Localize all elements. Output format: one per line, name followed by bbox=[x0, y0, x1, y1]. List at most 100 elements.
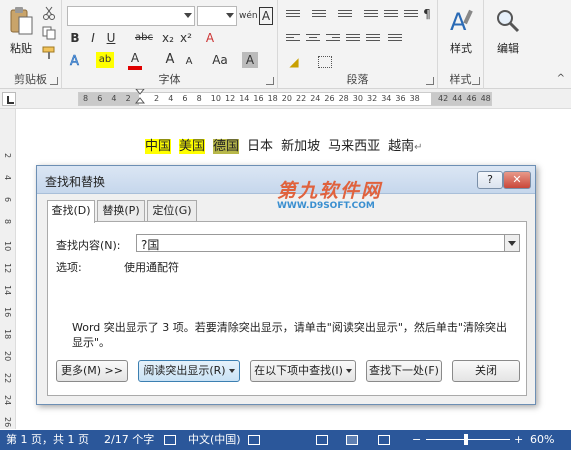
zoom-slider[interactable] bbox=[426, 439, 510, 440]
tab-goto[interactable]: 定位(G) bbox=[147, 200, 197, 222]
find-in-button[interactable]: 在以下项中查找(I) bbox=[250, 360, 356, 382]
clipboard-group: 粘贴 剪贴板 bbox=[0, 0, 62, 89]
font-group: wén A B I U abc x₂ x² A A ab A A A Aa A … bbox=[62, 0, 278, 89]
char-border-button[interactable]: A bbox=[259, 7, 273, 25]
paragraph-launcher-icon[interactable] bbox=[426, 77, 434, 85]
justify-icon[interactable] bbox=[346, 34, 360, 46]
watermark-logo: 第九软件网 WWW.D9SOFT.COM bbox=[277, 176, 437, 216]
change-case-button[interactable]: Aa bbox=[210, 52, 230, 68]
editing-group: 编辑 bbox=[484, 0, 534, 89]
font-name-combo[interactable] bbox=[67, 6, 195, 26]
paste-label: 粘贴 bbox=[10, 42, 32, 55]
font-group-label: 字体 bbox=[158, 73, 181, 86]
sort-icon[interactable] bbox=[404, 10, 418, 22]
show-marks-icon[interactable]: ¶ bbox=[420, 6, 434, 22]
numbering-icon[interactable] bbox=[312, 10, 326, 22]
zoom-level[interactable]: 60% bbox=[530, 430, 554, 450]
vertical-ruler[interactable]: 2 4 6 8 10 12 14 16 18 20 22 24 26 bbox=[0, 109, 16, 429]
font-size-combo[interactable] bbox=[197, 6, 237, 26]
web-layout-icon[interactable] bbox=[378, 435, 390, 445]
bold-button[interactable]: B bbox=[68, 30, 82, 46]
proofing-icon[interactable] bbox=[164, 435, 176, 445]
paste-button[interactable]: 粘贴 bbox=[6, 6, 36, 58]
ruler-number: 20 bbox=[281, 94, 292, 103]
increase-indent-icon[interactable] bbox=[384, 10, 398, 22]
doc-word: 日本 bbox=[247, 139, 274, 154]
ruler-number: 12 bbox=[225, 94, 236, 103]
ruler-number: 6 bbox=[97, 94, 103, 103]
ruler-number: 2 bbox=[3, 153, 12, 159]
ruler-number: 6 bbox=[182, 94, 188, 103]
print-layout-icon[interactable] bbox=[346, 435, 358, 445]
copy-icon[interactable] bbox=[42, 26, 56, 40]
macro-icon[interactable] bbox=[248, 435, 260, 445]
chevron-down-icon[interactable] bbox=[504, 235, 519, 251]
zoom-in-button[interactable]: + bbox=[514, 430, 523, 450]
indent-marker-icon[interactable] bbox=[135, 89, 145, 105]
shrink-font-button[interactable]: A bbox=[182, 54, 196, 70]
styles-group: A 样式 样式 bbox=[438, 0, 484, 89]
options-label: 选项: bbox=[56, 261, 82, 274]
grow-font-button[interactable]: A bbox=[162, 52, 178, 68]
decrease-indent-icon[interactable] bbox=[364, 10, 378, 22]
superscript-button[interactable]: x² bbox=[178, 30, 194, 46]
shading-icon[interactable]: ◢ bbox=[286, 54, 302, 70]
char-shading-button[interactable]: A bbox=[242, 52, 258, 68]
font-launcher-icon[interactable] bbox=[266, 77, 274, 85]
distributed-icon[interactable] bbox=[366, 34, 380, 46]
italic-button[interactable]: I bbox=[86, 30, 100, 46]
close-button[interactable]: 关闭 bbox=[452, 360, 520, 382]
tab-selector-icon[interactable] bbox=[2, 92, 16, 106]
chevron-down-icon bbox=[184, 13, 192, 18]
collapse-ribbon-icon[interactable]: ^ bbox=[557, 73, 565, 84]
read-mode-icon[interactable] bbox=[316, 435, 328, 445]
align-center-icon[interactable] bbox=[306, 34, 320, 46]
reading-highlight-button[interactable]: 阅读突出显示(R) bbox=[138, 360, 240, 382]
bullets-icon[interactable] bbox=[286, 10, 300, 22]
phonetic-guide-button[interactable]: wén bbox=[239, 8, 258, 24]
highlight-button[interactable]: ab bbox=[96, 52, 114, 68]
doc-word: 马来西亚 bbox=[328, 139, 381, 154]
watermark-sub: WWW.D9SOFT.COM bbox=[277, 201, 375, 211]
align-right-icon[interactable] bbox=[326, 34, 340, 46]
styles-button[interactable]: A 样式 bbox=[442, 6, 480, 58]
text-effects-icon[interactable]: A bbox=[68, 52, 84, 68]
horizontal-ruler[interactable]: 8 6 4 2 2 4 6 8 10 12 14 16 18 20 22 24 26 28 30 32 34 36 38 42… bbox=[78, 89, 492, 106]
word-count[interactable]: 2/17 个字 bbox=[104, 430, 154, 450]
font-color-button[interactable]: A bbox=[128, 50, 142, 70]
paragraph-mark: ↵ bbox=[414, 142, 423, 153]
zoom-out-button[interactable]: − bbox=[412, 430, 421, 450]
tab-find[interactable]: 查找(D) bbox=[47, 200, 95, 223]
ruler-number: 24 bbox=[310, 94, 321, 103]
format-painter-icon[interactable] bbox=[42, 46, 56, 60]
clipboard-launcher-icon[interactable] bbox=[50, 77, 58, 85]
ruler-number: 30 bbox=[352, 94, 363, 103]
line-spacing-icon[interactable] bbox=[388, 34, 402, 46]
align-left-icon[interactable] bbox=[286, 34, 300, 46]
editing-button[interactable]: 编辑 bbox=[488, 6, 528, 58]
chevron-down-icon bbox=[226, 13, 234, 18]
find-icon bbox=[497, 10, 520, 33]
find-what-input[interactable]: ?国 bbox=[136, 234, 520, 252]
subscript-button[interactable]: x₂ bbox=[160, 30, 176, 46]
close-icon[interactable]: ✕ bbox=[503, 171, 531, 189]
multilevel-list-icon[interactable] bbox=[338, 10, 352, 22]
more-button[interactable]: 更多(M) >> bbox=[56, 360, 128, 382]
ruler-number: 2 bbox=[125, 94, 131, 103]
borders-icon[interactable] bbox=[318, 56, 332, 68]
help-button[interactable]: ? bbox=[477, 171, 503, 189]
zoom-slider-thumb[interactable] bbox=[464, 434, 468, 445]
language-indicator[interactable]: 中文(中国) bbox=[188, 430, 241, 450]
clear-format-button[interactable]: A bbox=[202, 30, 218, 46]
strikethrough-button[interactable]: abc bbox=[132, 30, 156, 46]
find-next-button[interactable]: 查找下一处(F) bbox=[366, 360, 442, 382]
ruler-number: 12 bbox=[3, 263, 12, 274]
underline-button[interactable]: U bbox=[104, 30, 118, 46]
ruler-number: 34 bbox=[381, 94, 392, 103]
ruler-number: 6 bbox=[3, 197, 12, 203]
styles-launcher-icon[interactable] bbox=[472, 77, 480, 85]
cut-icon[interactable] bbox=[42, 6, 56, 20]
tab-replace[interactable]: 替换(P) bbox=[97, 200, 145, 222]
page-count[interactable]: 第 1 页，共 1 页 bbox=[6, 430, 89, 450]
doc-word: 中国 bbox=[145, 139, 172, 154]
